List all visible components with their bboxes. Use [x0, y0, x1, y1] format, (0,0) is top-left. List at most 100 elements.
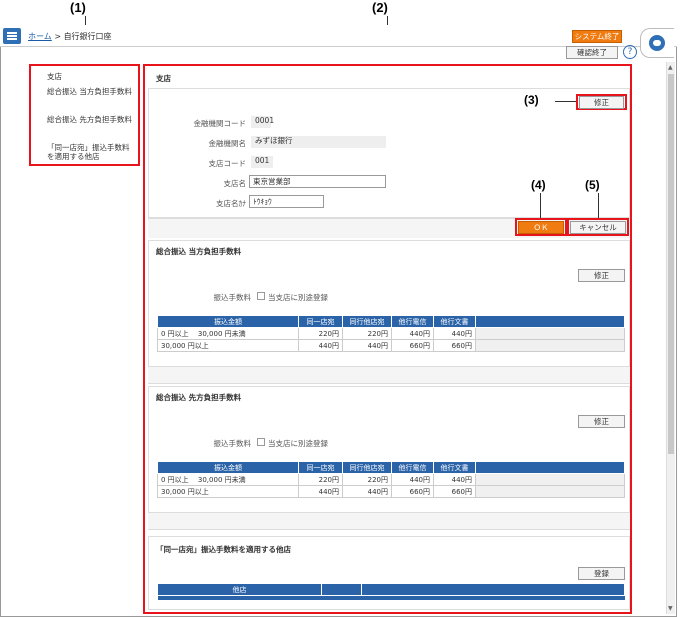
- col-other-doc: 他行文書: [433, 461, 476, 474]
- cell-fee: 220円: [298, 327, 343, 340]
- sidebar-item-branch[interactable]: 支店: [47, 72, 139, 81]
- cell-fee: 440円: [298, 485, 343, 498]
- cell-blank: [475, 473, 625, 486]
- annotation-4-leader: [540, 193, 541, 218]
- assistant-mascot-icon[interactable]: [649, 35, 665, 51]
- fee-theirs-panel: [148, 386, 630, 530]
- col-same-branch: 同一店宛: [298, 461, 343, 474]
- col-other-branch: 他店: [157, 583, 322, 596]
- table-row: 0 円以上 30,000 円未満 220円 220円 440円 440円: [157, 327, 625, 340]
- breadcrumb-separator: >: [54, 32, 62, 41]
- sidebar-item-fee-theirs[interactable]: 総合振込 先方負担手数料: [47, 115, 133, 124]
- cell-fee: 440円: [391, 473, 434, 486]
- confirm-exit-button[interactable]: 確認終了: [566, 46, 618, 59]
- col-amount: 振込金額: [157, 461, 299, 474]
- table-row: 0 円以上 30,000 円未満 220円 220円 440円 440円: [157, 473, 625, 486]
- col-same-bank: 同行他店宛: [342, 315, 392, 328]
- col-other-doc: 他行文書: [433, 315, 476, 328]
- table-row: [157, 595, 625, 600]
- scroll-up-arrow-icon[interactable]: ▲: [668, 64, 673, 71]
- table-row: 30,000 円以上 440円 440円 660円 660円: [157, 339, 625, 352]
- cell-fee: 220円: [342, 327, 392, 340]
- value-branch-code: 001: [251, 156, 273, 168]
- cancel-button[interactable]: キャンセル: [570, 221, 626, 234]
- annotation-3-leader: [555, 101, 577, 102]
- cell-fee: 660円: [391, 339, 434, 352]
- col-blank: [321, 583, 362, 596]
- help-icon[interactable]: ?: [623, 45, 637, 59]
- scroll-down-arrow-icon[interactable]: ▼: [668, 605, 673, 612]
- table-row: 30,000 円以上 440円 440円 660円 660円: [157, 485, 625, 498]
- hamburger-menu-icon[interactable]: [3, 28, 21, 44]
- annotation-5-leader: [598, 193, 599, 218]
- cell-blank: [475, 485, 625, 498]
- cell-fee: 440円: [342, 485, 392, 498]
- fee-ours-panel: [148, 240, 630, 384]
- cell-amount: 0 円以上 30,000 円未満: [157, 327, 299, 340]
- fee-theirs-table: 振込金額 同一店宛 同行他店宛 他行電信 他行文書 0 円以上 30,000 円…: [157, 461, 625, 498]
- branch-edit-button[interactable]: 修正: [579, 96, 624, 109]
- cell-fee: 440円: [391, 327, 434, 340]
- col-other-wire: 他行電信: [391, 315, 434, 328]
- fee-theirs-footer: [148, 512, 630, 530]
- fee-theirs-checkbox-label: 当支店に別途登録: [268, 439, 328, 448]
- branch-name-input[interactable]: 東京営業部: [249, 175, 386, 188]
- breadcrumb-home-link[interactable]: ホーム: [28, 32, 52, 41]
- label-branch-name: 支店名: [223, 179, 247, 188]
- cell-amount: 30,000 円以上: [157, 339, 299, 352]
- sidebar-item-fee-ours[interactable]: 総合振込 当方負担手数料: [47, 87, 133, 96]
- sidebar-item-other-branch[interactable]: 「同一店宛」振込手数料を適用する他店: [47, 143, 135, 161]
- cell-fee: 440円: [433, 327, 476, 340]
- fee-ours-checkbox-label: 当支店に別途登録: [268, 293, 328, 302]
- col-amount: 振込金額: [157, 315, 299, 328]
- branch-title: 支店: [156, 74, 171, 83]
- cell-fee: 220円: [298, 473, 343, 486]
- fee-theirs-label: 振込手数料: [213, 439, 252, 448]
- fee-ours-title: 総合振込 当方負担手数料: [156, 247, 242, 256]
- label-branch-code: 支店コード: [208, 159, 247, 168]
- label-bank-code: 金融機関コード: [193, 119, 247, 128]
- cell-fee: 660円: [391, 485, 434, 498]
- fee-ours-label: 振込手数料: [213, 293, 252, 302]
- value-bank-name: みずほ銀行: [251, 136, 386, 148]
- cell-fee: 440円: [298, 339, 343, 352]
- col-same-bank: 同行他店宛: [342, 461, 392, 474]
- fee-theirs-checkbox[interactable]: [257, 438, 265, 446]
- fee-ours-checkbox[interactable]: [257, 292, 265, 300]
- cell-blank: [475, 339, 625, 352]
- annotation-5: (5): [585, 178, 600, 192]
- ok-button[interactable]: ＯＫ: [518, 221, 564, 234]
- col-same-branch: 同一店宛: [298, 315, 343, 328]
- register-button[interactable]: 登録: [578, 567, 625, 580]
- other-branch-table: 他店: [157, 583, 625, 600]
- fee-theirs-edit-button[interactable]: 修正: [578, 415, 625, 428]
- system-exit-button[interactable]: システム終了: [572, 30, 622, 43]
- branch-kana-input[interactable]: ﾄｳｷｮｳ: [249, 195, 324, 208]
- col-blank: [475, 315, 625, 328]
- cell-fee: 220円: [342, 473, 392, 486]
- annotation-3: (3): [524, 93, 539, 107]
- value-bank-code: 0001: [251, 116, 274, 128]
- col-blank: [361, 583, 625, 596]
- cell-amount: 30,000 円以上: [157, 485, 299, 498]
- other-branch-title: 「同一店宛」振込手数料を適用する他店: [156, 545, 291, 554]
- cell-blank: [475, 327, 625, 340]
- cell-fee: 440円: [342, 339, 392, 352]
- fee-ours-table: 振込金額 同一店宛 同行他店宛 他行電信 他行文書 0 円以上 30,000 円…: [157, 315, 625, 352]
- fee-theirs-title: 総合振込 先方負担手数料: [156, 393, 242, 402]
- fee-ours-edit-button[interactable]: 修正: [578, 269, 625, 282]
- cell-fee: 440円: [433, 473, 476, 486]
- annotation-2: (2): [372, 0, 388, 15]
- scrollbar-thumb[interactable]: [668, 74, 674, 454]
- col-blank: [475, 461, 625, 474]
- cell-amount: 0 円以上 30,000 円未満: [157, 473, 299, 486]
- col-other-wire: 他行電信: [391, 461, 434, 474]
- annotation-1: (1): [70, 0, 86, 15]
- label-branch-kana: 支店名ｶﾅ: [216, 199, 246, 208]
- label-bank-name: 金融機関名: [208, 139, 247, 148]
- fee-ours-footer: [148, 366, 630, 384]
- cell-fee: 660円: [433, 485, 476, 498]
- breadcrumb-current: 自行銀行口座: [63, 32, 112, 41]
- annotation-4: (4): [531, 178, 546, 192]
- cell-fee: 660円: [433, 339, 476, 352]
